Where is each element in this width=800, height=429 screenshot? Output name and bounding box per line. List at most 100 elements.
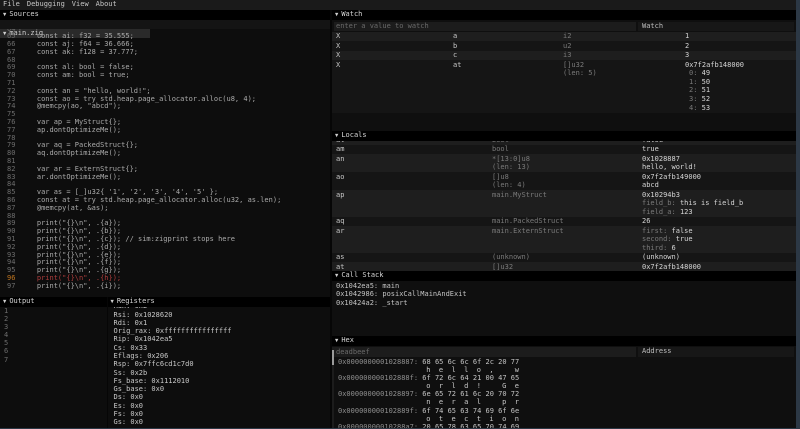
sources-panel-header[interactable]: ▼Sources [0, 10, 330, 20]
register-row: Rdi: 0x1 [108, 319, 331, 327]
registers-panel-header[interactable]: ▼Registers [108, 297, 331, 307]
watch-row[interactable]: Xat[]u32(len: 5)0x7f2afb1480000: 491: 50… [332, 60, 796, 112]
register-row: Rsp: 0x7ffc6cd1c7d0 [108, 360, 331, 368]
locals-row[interactable]: an*[13:0]u8(len: 13)0x1028887hello, worl… [332, 154, 796, 172]
value-line: true [642, 145, 659, 154]
watch-delete-button[interactable]: X [336, 51, 340, 60]
register-row: Fs: 0x0 [108, 410, 331, 418]
output-line-number: 4 [0, 331, 107, 339]
type-line: main.ExternStruct [492, 227, 564, 236]
menu-item-debugging[interactable]: Debugging [27, 0, 65, 9]
variable-type: bool [492, 141, 509, 145]
locals-row[interactable]: apmain.MyStruct0x10294b3field_b: this is… [332, 190, 796, 217]
variable-name: c [453, 51, 457, 60]
watch-delete-button[interactable]: X [336, 61, 340, 70]
type-line: i2 [563, 32, 571, 41]
collapse-icon[interactable]: ▼ [3, 299, 6, 305]
watch-panel-title: Watch [341, 10, 362, 18]
value-segment: 123 [680, 208, 693, 216]
watch-row[interactable]: Xai21 [332, 32, 796, 41]
code-text: var as = [_]u32{ '1', '2', '3', '4', '5'… [20, 188, 218, 196]
watch-delete-button[interactable]: X [336, 32, 340, 41]
menu-item-view[interactable]: View [72, 0, 89, 9]
value-segment: 0x7f2afb148000 [685, 61, 744, 69]
type-line: i3 [563, 51, 571, 60]
right-scrollbar[interactable] [796, 0, 800, 429]
output-line-number: 5 [0, 339, 107, 347]
type-line: (len: 4) [492, 181, 526, 190]
register-row: Rsi: 0x1028620 [108, 311, 331, 319]
source-file-bar: ▼main.zig [0, 20, 330, 30]
code-text: const an = "hello, world!"; [20, 87, 151, 95]
type-line: *[13:0]u8 [492, 155, 530, 164]
code-text: print("{}\n", .{h}); [20, 274, 121, 282]
hex-scrollbar-thumb[interactable] [332, 350, 334, 365]
value-segment: 1: [689, 78, 702, 86]
callstack-frame[interactable]: 0x1042986: posixCallMainAndExit [332, 290, 796, 299]
code-text: print("{}\n", .{d}); [20, 243, 121, 251]
type-line: (len: 13) [492, 163, 530, 172]
collapse-icon[interactable]: ▼ [335, 133, 338, 139]
code-text: print("{}\n", .{e}); [20, 251, 121, 259]
code-text: var ar = ExternStruct{}; [20, 165, 138, 173]
type-line: (unknown) [492, 253, 530, 262]
collapse-icon[interactable]: ▼ [335, 338, 338, 344]
value-segment: third: [642, 244, 672, 252]
locals-row[interactable]: ao[]u8(len: 4)0x7f2afb149000abcd [332, 172, 796, 190]
line-number[interactable]: 97 [0, 283, 20, 291]
locals-row[interactable]: aqmain.PackedStruct26 [332, 217, 796, 226]
value-line: field_a: 123 [642, 208, 743, 217]
menu-item-about[interactable]: About [96, 0, 117, 9]
variable-name: at [336, 263, 344, 271]
callstack-frame[interactable]: 0x1042ea5: main [332, 282, 796, 291]
variable-name: ao [336, 173, 344, 182]
callstack-frame[interactable]: 0x10424a2: _start [332, 299, 796, 308]
locals-panel-title: Locals [341, 131, 366, 139]
code-text: const al: bool = false; [20, 63, 134, 71]
watch-row[interactable]: Xci33 [332, 51, 796, 60]
value-segment: 0x10294b3 [642, 191, 680, 199]
variable-type: []u32 [492, 263, 513, 271]
code-text: var ap = MyStruct{}; [20, 118, 121, 126]
register-row: Gs: 0x0 [108, 418, 331, 426]
locals-panel-header[interactable]: ▼Locals [332, 131, 796, 141]
output-panel-header[interactable]: ▼Output [0, 297, 107, 307]
collapse-icon[interactable]: ▼ [335, 273, 338, 279]
watch-input[interactable] [334, 22, 636, 32]
register-row: Ds: 0x0 [108, 393, 331, 401]
locals-row[interactable]: armain.ExternStructfirst: falsesecond: t… [332, 226, 796, 253]
variable-name: at [453, 61, 461, 70]
watch-row[interactable]: Xbu22 [332, 41, 796, 50]
collapse-icon[interactable]: ▼ [3, 12, 6, 18]
hex-panel-header[interactable]: ▼Hex [332, 336, 796, 346]
callstack-panel-header[interactable]: ▼Call Stack [332, 271, 796, 281]
watch-panel-header[interactable]: ▼Watch [332, 10, 796, 20]
collapse-icon[interactable]: ▼ [335, 12, 338, 18]
locals-row[interactable]: at[]u320x7f2afb148000 [332, 262, 796, 271]
collapse-icon[interactable]: ▼ [111, 299, 114, 305]
hex-byte-line: 0x000000000102889f: 6f 74 65 63 74 69 6f… [332, 407, 796, 415]
type-line: (len: 5) [563, 69, 597, 78]
code-text: print("{}\n", .{g}); [20, 266, 121, 274]
value-line: first: false [642, 227, 693, 236]
locals-row[interactable]: ambooltrue [332, 145, 796, 154]
right-column: ▼Watch Watch Xai21Xbu22Xci33Xat[]u32(len… [332, 10, 796, 429]
code-editor[interactable]: 6465 const ai: f32 = 35.555;66 const aj:… [0, 29, 330, 297]
value-segment: true [676, 235, 693, 243]
hex-row: 0x0000000001028887: 68 65 6c 6c 6f 2c 20… [332, 358, 796, 374]
locals-row[interactable]: as(unknown)(unknown) [332, 253, 796, 262]
watch-delete-button[interactable]: X [336, 42, 340, 51]
watch-add-button[interactable]: Watch [638, 22, 794, 32]
variable-name: a [453, 32, 457, 41]
type-line: main.PackedStruct [492, 217, 564, 226]
hex-address: 0x000000000102888f: [338, 374, 422, 382]
hex-scrollbar[interactable] [332, 347, 334, 429]
hex-address-input[interactable] [334, 347, 636, 357]
value-segment: 2: [689, 86, 702, 94]
source-line: 97 print("{}\n", .{i}); [0, 283, 330, 291]
hex-address-button[interactable]: Address [638, 347, 794, 357]
code-text: const ai: f32 = 35.555; [20, 32, 134, 40]
menu-item-file[interactable]: File [3, 0, 20, 9]
hex-input-row: Address [334, 347, 794, 357]
variable-value: false [642, 141, 663, 145]
